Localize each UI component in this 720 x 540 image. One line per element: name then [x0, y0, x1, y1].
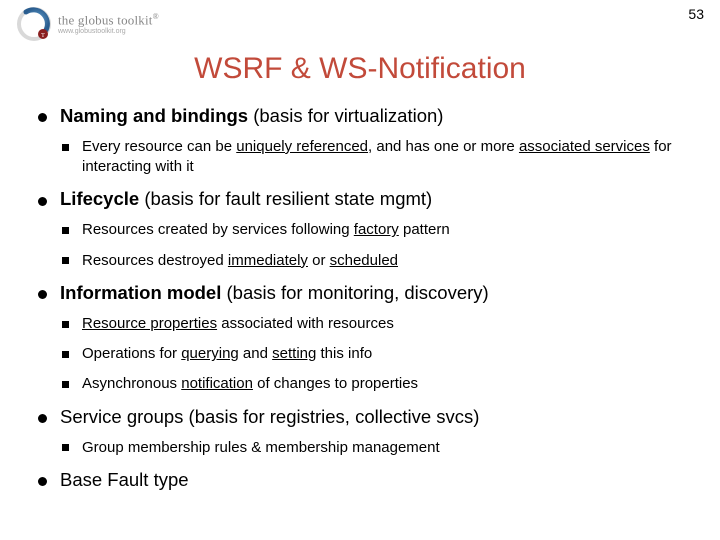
sublist: Resources created by services following … — [60, 220, 690, 271]
t: Resource properties — [82, 315, 217, 332]
bullet-naming: Naming and bindings (basis for virtualiz… — [38, 104, 690, 177]
sublist: Every resource can be uniquely reference… — [60, 137, 690, 178]
t: pattern — [399, 221, 450, 238]
bullet-base-fault: Base Fault type — [38, 468, 690, 493]
bullet-strong: Naming and bindings — [60, 105, 248, 126]
brand-text: the globus toolkit® www.globustoolkit.or… — [58, 13, 159, 35]
t: this info — [316, 345, 372, 362]
bullet-information: Information model (basis for monitoring,… — [38, 281, 690, 395]
t: Asynchronous — [82, 375, 181, 392]
sub-item: Asynchronous notification of changes to … — [60, 374, 690, 394]
bullet-strong: Information model — [60, 282, 221, 303]
sub-item: Resources destroyed immediately or sched… — [60, 251, 690, 271]
sub-item: Group membership rules & membership mana… — [60, 438, 690, 458]
t: notification — [181, 375, 253, 392]
t: scheduled — [330, 252, 398, 269]
t: factory — [354, 221, 399, 238]
t: of changes to properties — [253, 375, 418, 392]
t: Resources created by services following — [82, 221, 354, 238]
bullet-list: Naming and bindings (basis for virtualiz… — [38, 104, 690, 493]
bullet-text: Service groups (basis for registries, co… — [60, 406, 479, 427]
sublist: Resource properties associated with reso… — [60, 314, 690, 395]
svg-text:T: T — [41, 33, 45, 39]
t: uniquely referenced — [236, 138, 368, 155]
bullet-service-groups: Service groups (basis for registries, co… — [38, 405, 690, 458]
t: Resources destroyed — [82, 252, 228, 269]
globus-swirl-icon: T — [16, 6, 52, 42]
brand-reg: ® — [153, 12, 159, 21]
t: setting — [272, 345, 316, 362]
t: Operations for — [82, 345, 181, 362]
bullet-strong: Lifecycle — [60, 188, 139, 209]
t: associated with resources — [217, 315, 394, 332]
content: Naming and bindings (basis for virtualiz… — [16, 104, 704, 493]
t: querying — [181, 345, 239, 362]
bullet-text: Base Fault type — [60, 469, 189, 490]
sub-item: Resource properties associated with reso… — [60, 314, 690, 334]
sub-item: Resources created by services following … — [60, 220, 690, 240]
brand-name-text: the globus toolkit — [58, 12, 153, 27]
t: , and has one or more — [368, 138, 519, 155]
t: or — [308, 252, 330, 269]
bullet-rest: (basis for virtualization) — [248, 105, 443, 126]
bullet-rest: (basis for fault resilient state mgmt) — [139, 188, 432, 209]
sub-item: Operations for querying and setting this… — [60, 344, 690, 364]
brand-name: the globus toolkit® — [58, 13, 159, 26]
page-number: 53 — [688, 6, 704, 22]
t: associated services — [519, 138, 650, 155]
logo: T the globus toolkit® www.globustoolkit.… — [16, 6, 159, 42]
sublist: Group membership rules & membership mana… — [60, 438, 690, 458]
sub-item: Every resource can be uniquely reference… — [60, 137, 690, 178]
t: immediately — [228, 252, 308, 269]
brand-url: www.globustoolkit.org — [58, 28, 159, 35]
t: Every resource can be — [82, 138, 236, 155]
header: T the globus toolkit® www.globustoolkit.… — [16, 6, 704, 42]
bullet-lifecycle: Lifecycle (basis for fault resilient sta… — [38, 187, 690, 270]
slide-title: WSRF & WS-Notification — [16, 52, 704, 86]
t: and — [239, 345, 272, 362]
bullet-rest: (basis for monitoring, discovery) — [221, 282, 488, 303]
slide: T the globus toolkit® www.globustoolkit.… — [0, 0, 720, 540]
